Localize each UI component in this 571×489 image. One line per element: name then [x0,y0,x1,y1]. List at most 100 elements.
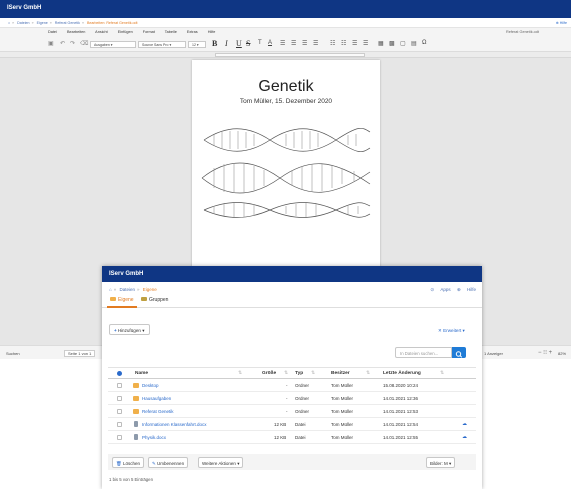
editor-help-link[interactable]: ⊕ Hilfe [556,21,567,25]
search-button[interactable] [452,347,466,358]
images-button[interactable]: Bilder: M ▾ [426,457,456,468]
bold-button[interactable]: B [212,39,217,48]
image-icon[interactable]: ▩ [389,40,395,47]
row-checkbox[interactable] [117,396,122,401]
document-icon [134,434,138,440]
font-value: Source Sans Pro [142,43,169,47]
add-button[interactable]: +Hinzufügen ▾ [109,324,150,335]
extended-button[interactable]: ✕ Erweitert ▾ [438,328,465,334]
menu-datei[interactable]: Datei [48,30,57,34]
italic-button[interactable]: I [225,39,228,48]
row-checkbox[interactable] [117,422,122,427]
menu-tabelle[interactable]: Tabelle [165,30,177,34]
table-row[interactable]: Hausaufgaben - Ordner Tom Müller 14.01.2… [108,392,476,405]
strikethrough-button[interactable]: S [246,39,250,48]
search-placeholder: In Dateien suchen... [400,351,439,356]
breadcrumb-dateien[interactable]: Dateien [17,21,29,25]
help-link[interactable]: ⊕ Hilfe [457,287,476,292]
sort-icon[interactable]: ⇅ [440,371,444,376]
undo-icon[interactable]: ↶ [60,40,65,47]
file-size: 12 KB [274,435,287,440]
table-row[interactable]: Referat Genetik - Ordner Tom Müller 14.0… [108,405,476,418]
row-checkbox[interactable] [117,435,122,440]
indent-icon[interactable]: ☰ [363,40,368,47]
table-icon[interactable]: ▦ [378,40,384,47]
redo-icon[interactable]: ↷ [70,40,75,47]
table-row[interactable]: Physik.docx 12 KB Datei Tom Müller 14.01… [108,431,476,444]
outdent-icon[interactable]: ☰ [352,40,357,47]
file-name[interactable]: Physik.docx [142,435,166,440]
zoom-slider-icon[interactable]: − ⁝⁝ + [538,349,552,356]
search-input[interactable]: In Dateien suchen... [395,347,452,358]
col-type[interactable]: Typ [295,371,303,376]
tab-gruppen[interactable]: Gruppen [138,297,171,308]
file-name[interactable]: Hausaufgaben [142,396,171,401]
tab-gruppen-label: Gruppen [149,297,169,303]
breadcrumb-eigene[interactable]: Eigene [37,21,48,25]
file-size: - [286,396,288,401]
save-icon[interactable]: ▣ [48,40,54,47]
delete-label: Löschen [122,461,140,466]
file-type: Datei [295,435,306,440]
link-icon[interactable]: ▢ [400,40,406,47]
menu-bearbeiten[interactable]: Bearbeiten [67,30,85,34]
special-char-icon[interactable]: Ω [422,40,427,46]
font-size-select[interactable]: 12 ▾ [188,41,206,48]
select-all-checkbox[interactable] [117,371,122,376]
pencil-icon: ✎ [152,461,156,466]
menu-hilfe[interactable]: Hilfe [208,30,216,34]
home-icon[interactable]: ⌂ [109,287,112,292]
col-size[interactable]: Größe [262,371,276,376]
font-select[interactable]: Source Sans Pro ▾ [138,41,186,48]
editor-app-title: IServ GmbH [7,5,42,11]
fm-breadcrumb-dateien[interactable]: Dateien [120,287,136,292]
menu-ansicht[interactable]: Ansicht [95,30,107,34]
rename-button[interactable]: ✎ Umbenennen [148,457,189,468]
file-size: - [286,409,288,414]
menu-format[interactable]: Format [143,30,155,34]
justify-icon[interactable]: ☰ [313,40,318,47]
menu-einfuegen[interactable]: Einfügen [118,30,133,34]
numbered-list-icon[interactable]: ☷ [341,40,346,47]
row-checkbox[interactable] [117,383,122,388]
sort-icon[interactable]: ⇅ [311,371,315,376]
tab-eigene[interactable]: Eigene [107,297,137,308]
breadcrumb-referat[interactable]: Referat Genetik [55,21,80,25]
file-name[interactable]: Informationen Klassenfahrt.docx [142,422,207,427]
status-zoom[interactable]: 82% [558,351,566,356]
file-modified: 14.01.2021 12:55 [383,435,419,440]
sort-icon[interactable]: ⇅ [284,371,288,376]
more-actions-button[interactable]: Weitere Aktionen ▾ [198,457,244,468]
apps-link[interactable]: ⊙ Apps [430,287,450,292]
highlight-icon[interactable]: A [268,40,272,46]
col-owner[interactable]: Besitzer [331,371,350,376]
share-icon[interactable]: ☁ [462,421,467,427]
table-row[interactable]: Desktop - Ordner Tom Müller 15.08.2020 1… [108,379,476,392]
row-checkbox[interactable] [117,409,122,414]
underline-button[interactable]: U [236,39,242,48]
menu-extras[interactable]: Extras [187,30,198,34]
sort-icon[interactable]: ⇅ [366,371,370,376]
editor-breadcrumb: ⌂» Dateien» Eigene» Referat Genetik» Bea… [0,18,571,28]
align-left-icon[interactable]: ☰ [280,40,285,47]
clear-format-icon[interactable]: ⌫ [80,40,88,47]
paragraph-style-select[interactable]: Ausgaben ▾ [90,41,136,48]
file-name[interactable]: Referat Genetik [142,409,174,414]
file-name[interactable]: Desktop [142,383,159,388]
share-icon[interactable]: ☁ [462,434,467,440]
comment-icon[interactable]: ▤ [411,40,417,47]
home-icon[interactable]: ⌂ [8,21,10,25]
file-owner: Tom Müller [331,396,354,401]
text-color-icon[interactable]: T [258,40,262,46]
sort-icon[interactable]: ⇅ [238,371,242,376]
col-name[interactable]: Name [135,371,148,376]
table-row[interactable]: Informationen Klassenfahrt.docx 12 KB Da… [108,418,476,431]
delete-button[interactable]: 🗑 Löschen [112,457,144,468]
align-center-icon[interactable]: ☰ [291,40,296,47]
bullet-list-icon[interactable]: ☷ [330,40,335,47]
status-search[interactable]: Suchen [6,351,20,356]
col-modified[interactable]: Letzte Änderung [383,371,421,376]
status-zoom-mode[interactable]: 1 Anzeiger [484,351,503,356]
table-header: Name ⇅ Größe ⇅ Typ ⇅ Besitzer ⇅ Letzte Ä… [108,367,476,379]
align-right-icon[interactable]: ☰ [302,40,307,47]
